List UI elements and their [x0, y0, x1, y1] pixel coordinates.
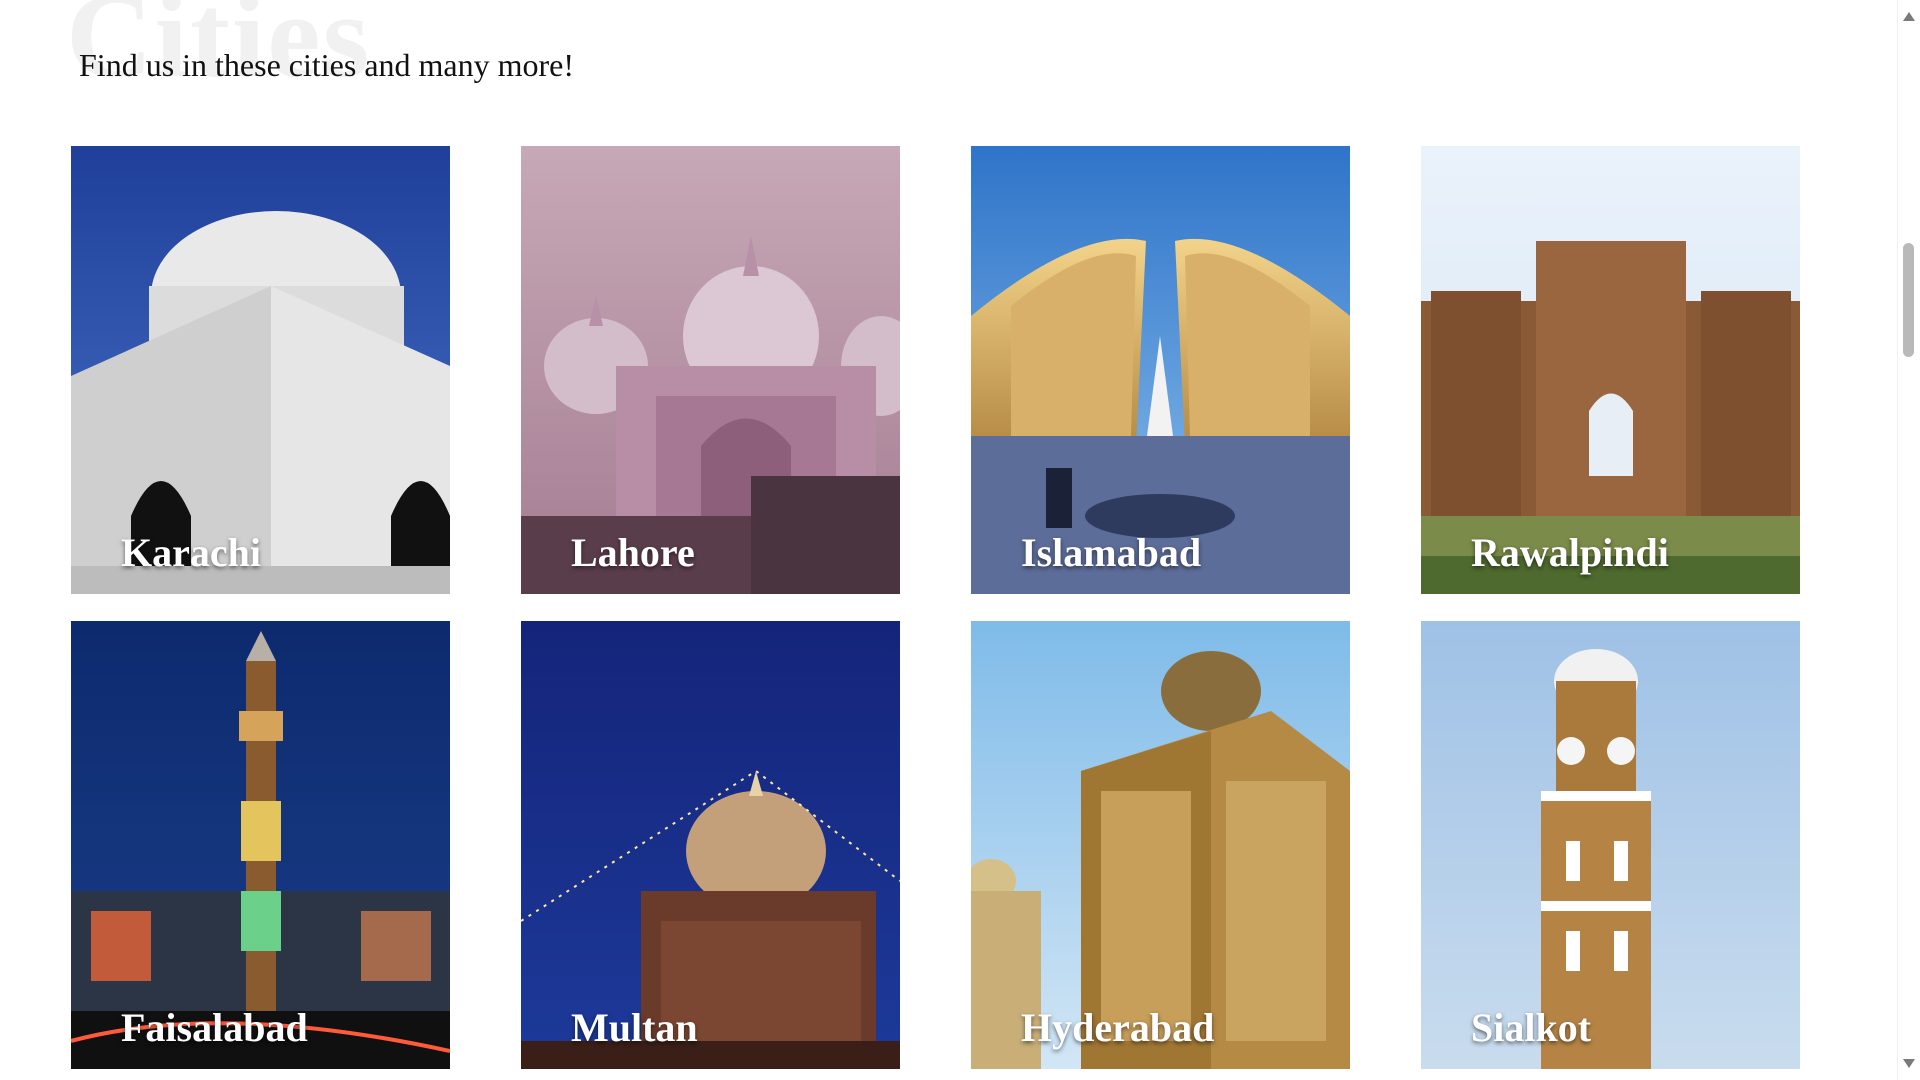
city-card-rawalpindi[interactable]: Rawalpindi	[1421, 146, 1800, 594]
city-label: Sialkot	[1471, 1005, 1592, 1050]
page: Cities Find us in these cities and many …	[0, 0, 1898, 1080]
city-card-islamabad[interactable]: Islamabad	[971, 146, 1350, 594]
city-label: Multan	[571, 1005, 698, 1050]
city-card-faisalabad[interactable]: Faisalabad	[71, 621, 450, 1069]
arrow-up-icon[interactable]	[1903, 12, 1915, 21]
rawalpindi-image	[1421, 146, 1800, 594]
city-card-sialkot[interactable]: Sialkot	[1421, 621, 1800, 1069]
city-card-karachi[interactable]: Karachi	[71, 146, 450, 594]
faisalabad-image	[71, 621, 450, 1069]
karachi-image	[71, 146, 450, 594]
city-label: Karachi	[121, 530, 261, 575]
islamabad-image	[971, 146, 1350, 594]
city-label: Lahore	[571, 530, 695, 575]
city-label: Faisalabad	[121, 1005, 308, 1050]
arrow-down-icon[interactable]	[1903, 1059, 1915, 1068]
city-card-multan[interactable]: Multan	[521, 621, 900, 1069]
sialkot-image	[1421, 621, 1800, 1069]
section-subtitle: Find us in these cities and many more!	[79, 47, 575, 83]
multan-image	[521, 621, 900, 1069]
hyderabad-image	[971, 621, 1350, 1069]
city-label: Hyderabad	[1021, 1005, 1215, 1050]
scrollbar-thumb[interactable]	[1903, 243, 1914, 357]
vertical-scrollbar[interactable]	[1897, 0, 1920, 1080]
city-card-hyderabad[interactable]: Hyderabad	[971, 621, 1350, 1069]
city-label: Islamabad	[1021, 530, 1202, 575]
lahore-image	[521, 146, 900, 594]
cities-grid: Karachi Lahore Islamabad Rawalpindi Fais…	[71, 146, 1800, 1069]
city-card-lahore[interactable]: Lahore	[521, 146, 900, 594]
city-label: Rawalpindi	[1471, 530, 1669, 575]
